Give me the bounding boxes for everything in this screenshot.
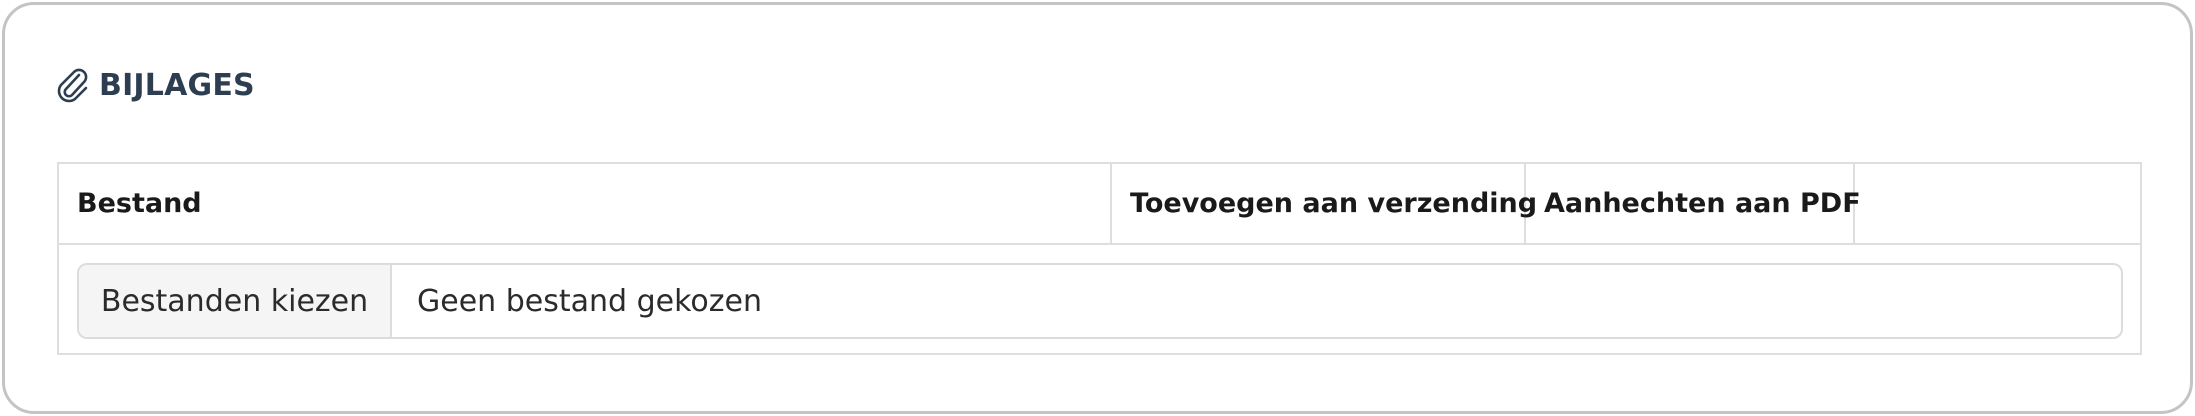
choose-files-button[interactable]: Bestanden kiezen [79, 265, 392, 337]
table-header-row: Bestand Toevoegen aan verzending Aanhech… [59, 164, 2140, 245]
column-header-add-to-shipment: Toevoegen aan verzending [1112, 164, 1537, 243]
file-upload-input[interactable]: Bestanden kiezen Geen bestand gekozen [77, 263, 2123, 339]
attachments-table: Bestand Toevoegen aan verzending Aanhech… [57, 162, 2142, 355]
column-header-file: Bestand [59, 164, 1112, 243]
paperclip-icon [55, 66, 91, 104]
attachments-card: BIJLAGES Bestand Toevoegen aan verzendin… [2, 2, 2193, 414]
file-status-text: Geen bestand gekozen [417, 283, 762, 319]
column-header-actions [1855, 164, 2140, 243]
section-header: BIJLAGES [55, 61, 255, 109]
section-title: BIJLAGES [99, 67, 255, 103]
column-header-attach-to-pdf: Aanhechten aan PDF [1526, 164, 1861, 243]
